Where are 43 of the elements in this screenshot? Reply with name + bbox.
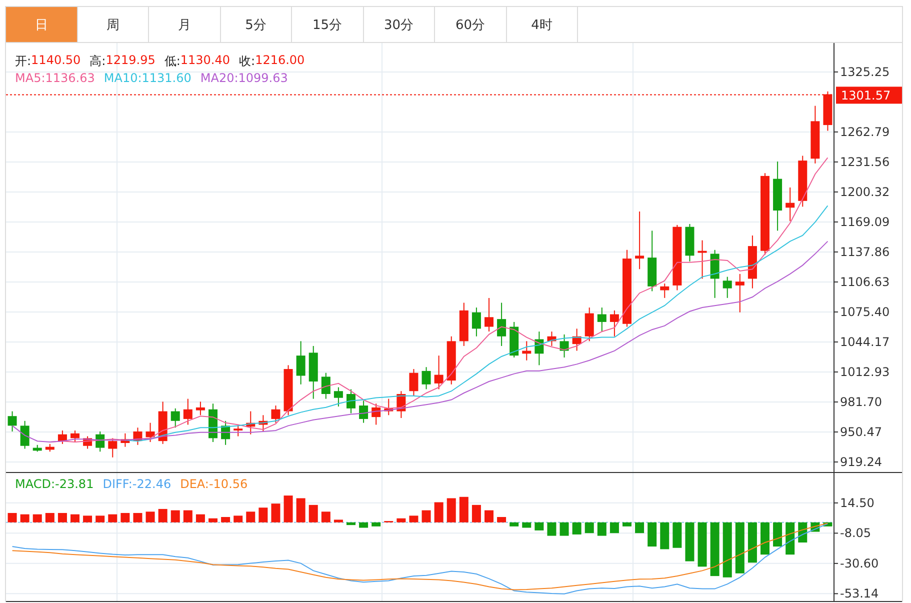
legend-value: 1140.50 xyxy=(31,53,81,69)
price-tag: 1301.57 xyxy=(836,86,902,104)
legend-label: MA10: xyxy=(104,71,142,85)
axis-label: 1044.17 xyxy=(840,334,890,349)
axis-label: 950.47 xyxy=(840,424,882,439)
legend-value: 1136.63 xyxy=(45,71,95,85)
legend-value: -22.46 xyxy=(132,477,172,491)
legend-value: 1130.40 xyxy=(180,53,230,69)
axis-label: 981.70 xyxy=(840,394,882,409)
period-tab[interactable]: 周 xyxy=(78,7,149,42)
axis-label: 919.24 xyxy=(840,454,882,469)
legend-label: 低: xyxy=(164,53,180,70)
axis-label: 1137.86 xyxy=(840,244,890,259)
axis-label: 14.50 xyxy=(840,496,874,510)
legend-label: 开: xyxy=(15,53,32,70)
axis-label: 1200.32 xyxy=(840,184,890,199)
period-tab[interactable]: 5分 xyxy=(220,7,292,42)
axis-label: 1012.93 xyxy=(840,364,890,379)
legend-value: 1131.60 xyxy=(142,71,192,85)
period-tab[interactable]: 4时 xyxy=(506,7,578,42)
legend-value: 1219.95 xyxy=(106,53,156,69)
axis-label: 1169.09 xyxy=(840,214,890,229)
legend-value: 1216.00 xyxy=(255,53,305,69)
axis-label: 1231.56 xyxy=(840,154,890,169)
legend-label: DEA: xyxy=(180,477,209,491)
axis-label: -30.60 xyxy=(840,556,879,570)
axis-label: 1325.25 xyxy=(840,64,890,79)
legend-label: 高: xyxy=(90,53,106,70)
axis-label: 1075.40 xyxy=(840,304,890,319)
period-tab[interactable]: 30分 xyxy=(364,7,435,42)
axis-label: -53.14 xyxy=(840,586,879,601)
legend-value: 1099.63 xyxy=(238,71,288,85)
legend-value: -10.56 xyxy=(208,477,248,491)
legend-label: 收: xyxy=(239,53,256,70)
ref-line-label: 1301.57 xyxy=(841,88,891,103)
legend-label: DIFF: xyxy=(102,477,132,491)
axis-label: -8.05 xyxy=(840,526,872,540)
legend-value: -23.81 xyxy=(55,477,94,491)
axis-label: 1262.79 xyxy=(840,124,890,139)
legend-label: MA5: xyxy=(15,71,46,85)
axis-label: 1106.63 xyxy=(840,274,890,289)
legend-label: MA20: xyxy=(200,71,238,85)
legend-label: MACD: xyxy=(15,477,56,491)
